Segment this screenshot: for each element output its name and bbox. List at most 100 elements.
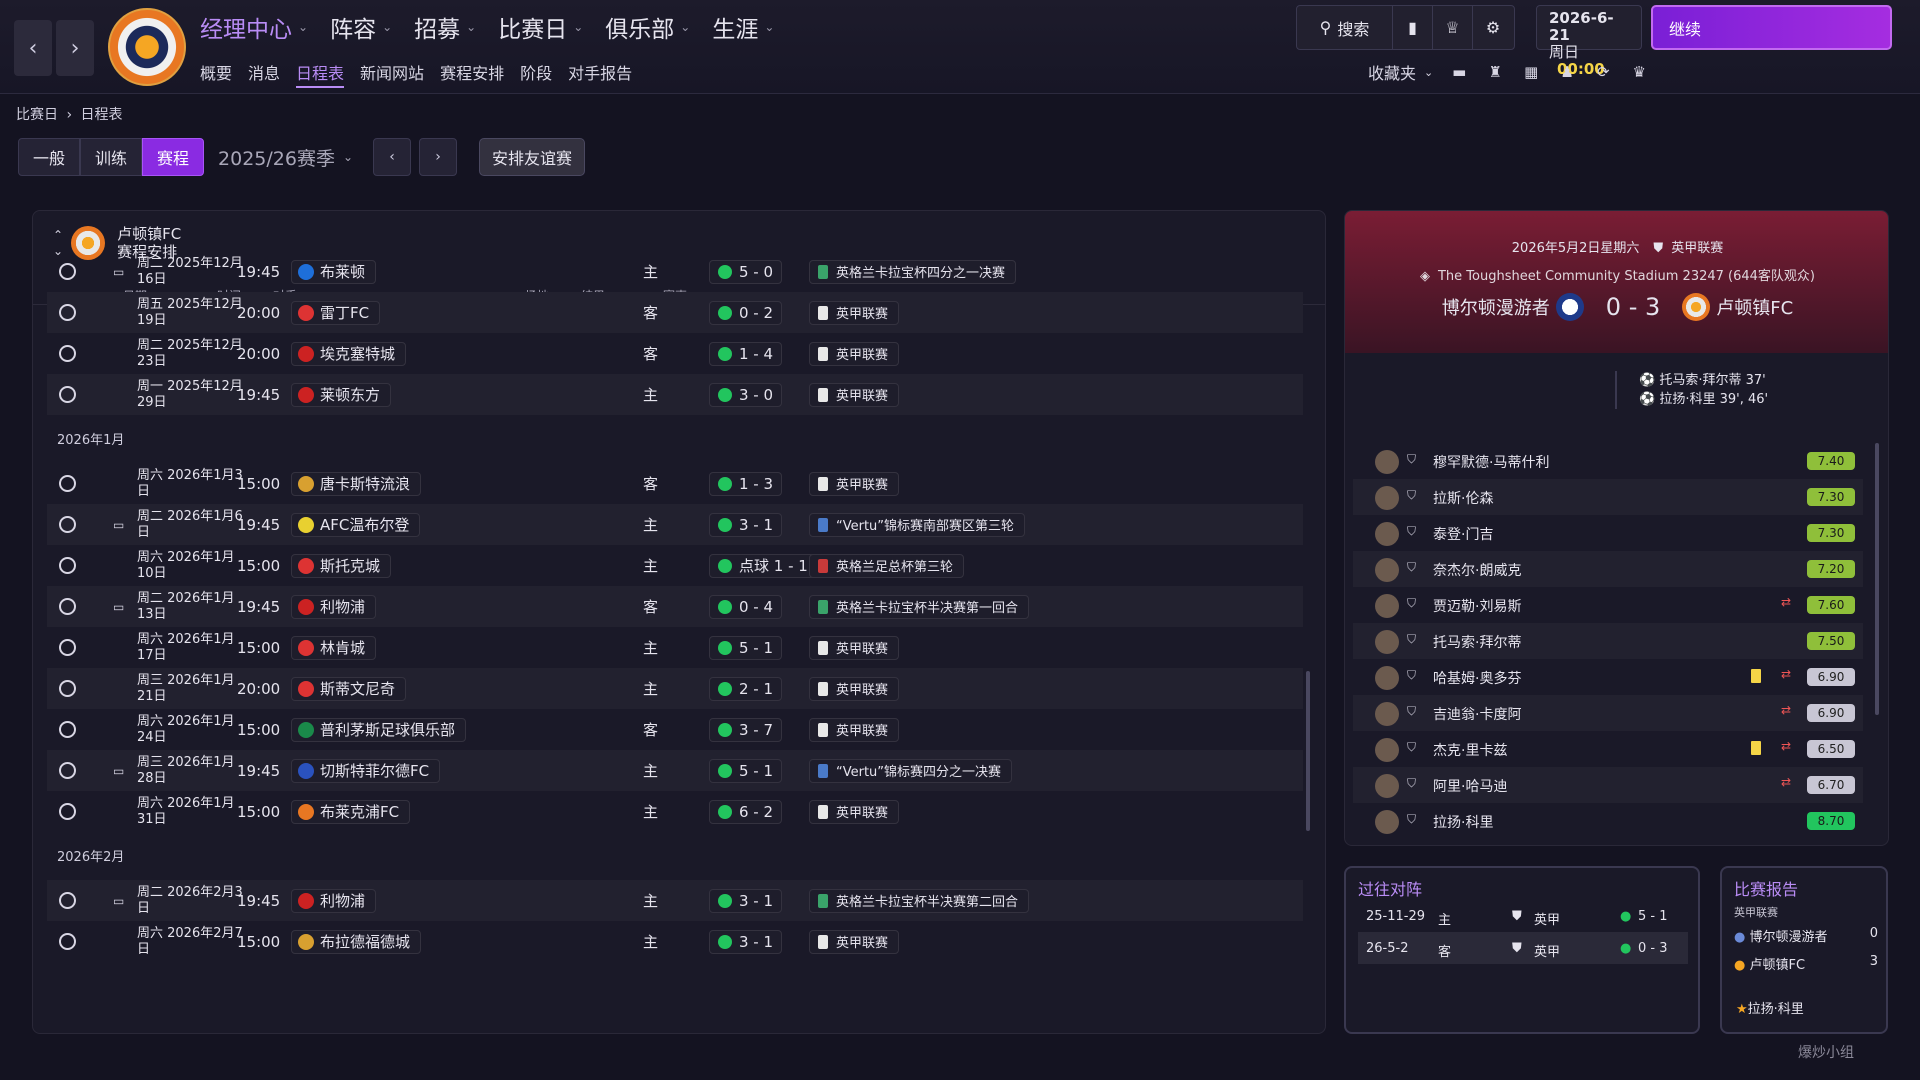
select-circle-icon[interactable] xyxy=(59,557,76,574)
back-button[interactable]: ‹ xyxy=(14,20,52,76)
player-row[interactable]: ⛉ 托马索·拜尔蒂 7.50 xyxy=(1353,623,1863,659)
player-row[interactable]: ⛉ 杰克·里卡兹 ⇄ 6.50 xyxy=(1353,731,1863,767)
select-circle-icon[interactable] xyxy=(59,516,76,533)
menu-item[interactable]: 招募 ⌄ xyxy=(414,10,476,44)
menu-item[interactable]: 俱乐部 ⌄ xyxy=(605,10,690,44)
player-row[interactable]: ⛉ 穆罕默德·马蒂什利 7.40 xyxy=(1353,443,1863,479)
h2h-row[interactable]: 26-5-2 客 ⛊ 英甲 ● 0 - 3 xyxy=(1358,932,1688,964)
result-button[interactable]: 点球 1 - 1 xyxy=(709,553,817,578)
select-circle-icon[interactable] xyxy=(59,933,76,950)
fixture-row[interactable]: 周六 2026年1月10日 15:00 斯托克城 主 点球 1 - 1 英格兰足总杯第三轮 xyxy=(47,545,1303,586)
select-circle-icon[interactable] xyxy=(59,598,76,615)
submenu-item[interactable]: 阶段 xyxy=(520,60,552,88)
tab-training[interactable]: 训练 xyxy=(80,138,143,176)
favorites-dropdown[interactable]: 收藏夹 xyxy=(1368,60,1416,84)
select-circle-icon[interactable] xyxy=(59,762,76,779)
select-cell[interactable] xyxy=(59,292,76,333)
competition-button[interactable]: 英甲联赛 xyxy=(809,676,900,701)
opponent-button[interactable]: AFC温布尔登 xyxy=(291,512,421,537)
select-cell[interactable] xyxy=(59,627,76,668)
competition-button[interactable]: 英甲联赛 xyxy=(809,635,900,660)
opponent-button[interactable]: 林肯城 xyxy=(291,635,377,660)
search-button[interactable]: ⚲ 搜索 xyxy=(1297,6,1393,49)
player-row[interactable]: ⛉ 贾迈勒·刘易斯 ⇄ 7.60 xyxy=(1353,587,1863,623)
opponent-button[interactable]: 普利茅斯足球俱乐部 xyxy=(291,717,467,742)
competition-button[interactable]: 英甲联赛 xyxy=(809,471,900,496)
opponent-button[interactable]: 布莱克浦FC xyxy=(291,799,411,824)
result-button[interactable]: 5 - 1 xyxy=(709,635,783,660)
next-season-button[interactable]: › xyxy=(419,138,458,176)
select-circle-icon[interactable] xyxy=(59,892,76,909)
result-button[interactable]: 3 - 1 xyxy=(709,888,783,913)
select-circle-icon[interactable] xyxy=(59,304,76,321)
player-row[interactable]: ⛉ 拉斯·伦森 7.30 xyxy=(1353,479,1863,515)
settings-button[interactable]: ⚙ xyxy=(1473,6,1513,49)
h2h-row[interactable]: 25-11-29 主 ⛊ 英甲 ● 5 - 1 xyxy=(1358,900,1688,932)
prev-season-button[interactable]: ‹ xyxy=(373,138,412,176)
staff-icon[interactable]: ♟ xyxy=(1549,63,1585,81)
select-circle-icon[interactable] xyxy=(59,386,76,403)
competition-button[interactable]: “Vertu”锦标赛四分之一决赛 xyxy=(809,758,1013,783)
menu-item[interactable]: 生涯 ⌄ xyxy=(712,10,774,44)
select-circle-icon[interactable] xyxy=(59,639,76,656)
select-circle-icon[interactable] xyxy=(59,263,76,280)
submenu-item[interactable]: 概要 xyxy=(200,60,232,88)
result-button[interactable]: 5 - 0 xyxy=(709,259,783,284)
result-button[interactable]: 3 - 7 xyxy=(709,717,783,742)
result-button[interactable]: 1 - 4 xyxy=(709,341,783,366)
player-row[interactable]: ⛉ 泰登·门吉 7.30 xyxy=(1353,515,1863,551)
fixture-row[interactable]: 周六 2026年1月31日 15:00 布莱克浦FC 主 6 - 2 英甲联赛 xyxy=(47,791,1303,832)
competition-button[interactable]: 英甲联赛 xyxy=(809,717,900,742)
competition-button[interactable]: 英甲联赛 xyxy=(809,300,900,325)
report-title[interactable]: 比赛报告 xyxy=(1734,876,1798,900)
opponent-button[interactable]: 布拉德福德城 xyxy=(291,929,422,954)
breadcrumb-matchday[interactable]: 比赛日 xyxy=(16,107,58,123)
select-circle-icon[interactable] xyxy=(59,475,76,492)
away-team[interactable]: 卢顿镇FC xyxy=(1716,294,1793,320)
fixture-row[interactable]: 周二 2025年12月23日 20:00 埃克塞特城 客 1 - 4 英甲联赛 xyxy=(47,333,1303,374)
fixture-row[interactable]: 周五 2025年12月19日 20:00 雷丁FC 客 0 - 2 英甲联赛 xyxy=(47,292,1303,333)
select-circle-icon[interactable] xyxy=(59,803,76,820)
menu-item[interactable]: 阵容 ⌄ xyxy=(330,10,392,44)
tab-fixtures[interactable]: 赛程 xyxy=(142,138,205,176)
select-circle-icon[interactable] xyxy=(59,345,76,362)
arrange-friendly-button[interactable]: 安排友谊赛 xyxy=(479,138,586,176)
opponent-button[interactable]: 布莱顿 xyxy=(291,259,377,284)
competition-button[interactable]: 英格兰卡拉宝杯四分之一决赛 xyxy=(809,259,1017,284)
opponent-button[interactable]: 利物浦 xyxy=(291,888,377,913)
select-cell[interactable] xyxy=(59,668,76,709)
result-button[interactable]: 6 - 2 xyxy=(709,799,783,824)
submenu-item[interactable]: 日程表 xyxy=(296,60,345,88)
select-cell[interactable] xyxy=(59,374,76,415)
fixture-row[interactable]: 周六 2026年1月17日 15:00 林肯城 主 5 - 1 英甲联赛 xyxy=(47,627,1303,668)
kit-icon[interactable]: ♜ xyxy=(1477,63,1513,81)
fixture-row[interactable]: ▭ 周二 2025年12月16日 19:45 布莱顿 主 5 - 0 英格兰卡拉宝杯四分之一… xyxy=(47,251,1303,292)
opponent-button[interactable]: 埃克塞特城 xyxy=(291,341,407,366)
opponent-button[interactable]: 莱顿东方 xyxy=(291,382,392,407)
opponent-button[interactable]: 雷丁FC xyxy=(291,300,381,325)
submenu-item[interactable]: 赛程安排 xyxy=(440,60,504,88)
fixture-row[interactable]: 周六 2026年2月7日 15:00 布拉德福德城 主 3 - 1 英甲联赛 xyxy=(47,921,1303,962)
result-button[interactable]: 0 - 2 xyxy=(709,300,783,325)
competition-button[interactable]: 英甲联赛 xyxy=(809,799,900,824)
competition-button[interactable]: 英格兰卡拉宝杯半决赛第一回合 xyxy=(809,594,1030,619)
select-cell[interactable] xyxy=(59,545,76,586)
fixture-row[interactable]: 周一 2025年12月29日 19:45 莱顿东方 主 3 - 0 英甲联赛 xyxy=(47,374,1303,415)
result-button[interactable]: 1 - 3 xyxy=(709,471,783,496)
submenu-item[interactable]: 消息 xyxy=(248,60,280,88)
select-cell[interactable] xyxy=(59,880,76,921)
season-dropdown[interactable]: 2025/26赛季 ⌄ xyxy=(218,144,353,171)
fixture-row[interactable]: ▭ 周二 2026年1月13日 19:45 利物浦 客 0 - 4 英格兰卡拉宝杯半决赛第一… xyxy=(47,586,1303,627)
select-cell[interactable] xyxy=(59,709,76,750)
competition-button[interactable]: 英甲联赛 xyxy=(809,382,900,407)
ratings-scrollbar[interactable] xyxy=(1875,443,1879,715)
fixture-row[interactable]: 周六 2026年1月3日 15:00 唐卡斯特流浪 客 1 - 3 英甲联赛 xyxy=(47,463,1303,504)
select-circle-icon[interactable] xyxy=(59,721,76,738)
refresh-icon[interactable]: ⟳ xyxy=(1585,63,1621,81)
select-cell[interactable] xyxy=(59,333,76,374)
player-row[interactable]: ⛉ 阿里·哈马迪 ⇄ 6.70 xyxy=(1353,767,1863,803)
cup-icon[interactable]: ♛ xyxy=(1621,63,1657,81)
select-cell[interactable] xyxy=(59,921,76,962)
fixture-row[interactable]: 周六 2026年1月24日 15:00 普利茅斯足球俱乐部 客 3 - 7 英甲联赛 xyxy=(47,709,1303,750)
fixture-row[interactable]: ▭ 周二 2026年1月6日 19:45 AFC温布尔登 主 3 - 1 “Vertu”锦标… xyxy=(47,504,1303,545)
